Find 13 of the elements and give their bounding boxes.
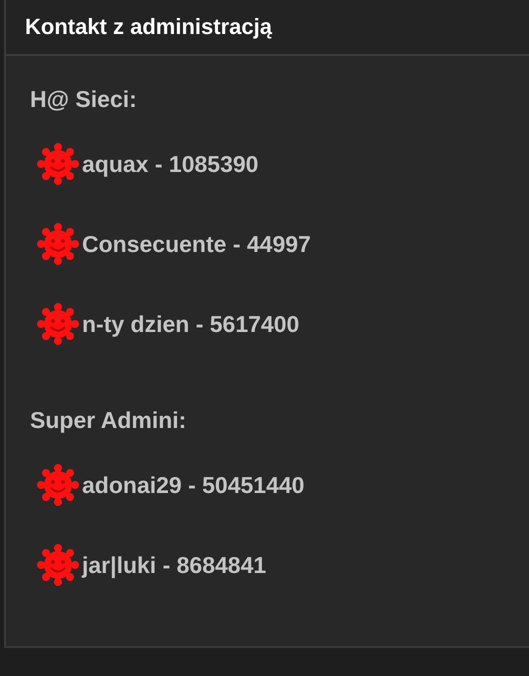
admin-name: Consecuente - 44997 <box>82 230 311 258</box>
admin-name: n-ty dzien - 5617400 <box>82 310 300 338</box>
group-heading: Super Admini: <box>30 406 188 435</box>
admin-name: adonai29 - 50451440 <box>82 472 304 498</box>
sun-icon <box>34 140 82 188</box>
panel-title: Kontakt z administracją <box>25 14 272 40</box>
sun-icon <box>34 220 82 268</box>
sun-icon <box>34 541 82 589</box>
admin-name: aquax - 1085390 <box>82 150 258 178</box>
sun-icon <box>34 300 82 348</box>
group-heading: H@ Sieci: <box>30 85 138 114</box>
admin-name: jar|luki - 8684841 <box>82 552 266 578</box>
sun-icon <box>34 461 82 509</box>
